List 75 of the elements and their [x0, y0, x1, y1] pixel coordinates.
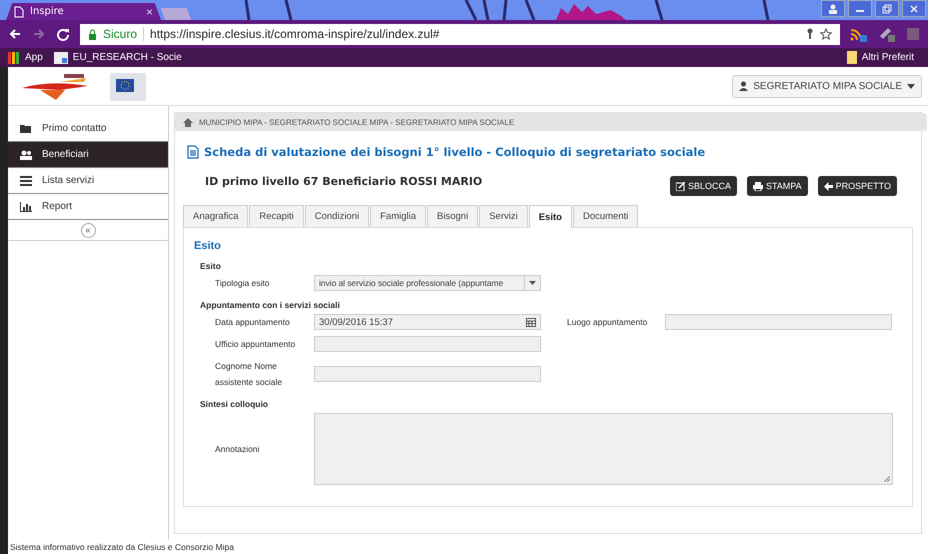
user-menu-button[interactable]: SEGRETARIATO MIPA SOCIALE — [732, 74, 922, 98]
users-icon — [20, 150, 32, 160]
date-field[interactable]: 30/09/2016 15:37 — [314, 314, 541, 330]
close-icon[interactable]: × — [146, 4, 153, 18]
sidebar-item[interactable]: Report — [8, 194, 168, 220]
extension-icon[interactable] — [878, 26, 896, 42]
group-title: Esito — [200, 261, 222, 271]
forward-icon[interactable] — [32, 27, 46, 41]
bookmark-folder[interactable]: Altri Preferit — [862, 52, 914, 63]
page-icon — [14, 6, 24, 18]
document-icon — [187, 145, 199, 159]
key-icon[interactable] — [806, 28, 814, 40]
footer-text: Sistema informativo realizzato da Clesius e Consorzio Mipa — [9, 541, 235, 554]
eu-logo-drawing — [110, 71, 146, 101]
bookmark-favicon-icon — [54, 52, 68, 64]
url-text: https://inspire.clesius.it/comroma-inspire/zul/index.zul# — [150, 27, 440, 41]
minimize-icon[interactable] — [848, 0, 872, 17]
field-label: Data appuntamento — [214, 316, 291, 329]
browser-tab[interactable]: Inspire × — [6, 3, 161, 20]
address-bar[interactable]: Sicuro https://inspire.clesius.it/comroma-inspire/zul/index.zul# — [80, 24, 840, 44]
caret-icon — [529, 281, 536, 285]
restore-icon[interactable] — [875, 0, 899, 17]
field-label: Ufficio appuntamento — [214, 338, 296, 351]
tab[interactable]: Condizioni — [304, 205, 370, 227]
apps-icon — [8, 52, 20, 64]
folder-icon — [846, 51, 857, 64]
folder-icon — [20, 124, 32, 134]
group-title: Sintesi colloquio — [200, 399, 270, 409]
tab[interactable]: Documenti — [572, 205, 638, 227]
group-title: Appuntamento con i servizi sociali — [200, 300, 341, 310]
tab[interactable]: Bisogni — [427, 205, 478, 227]
bookmark-link[interactable]: App — [25, 52, 43, 63]
input-field[interactable] — [665, 314, 892, 330]
tab[interactable]: Anagrafica — [183, 205, 248, 227]
lock-icon — [88, 28, 97, 40]
tab[interactable]: Servizi — [479, 205, 528, 227]
section-title: Esito — [194, 240, 222, 252]
user-icon — [739, 81, 748, 91]
page-title: Scheda di valutazione dei bisogni 1° livello - Colloquio di segretariato sociale — [204, 145, 706, 159]
action-button[interactable]: STAMPA — [746, 176, 808, 196]
input-field[interactable] — [314, 366, 541, 382]
list-icon — [20, 176, 32, 186]
caret-icon — [907, 84, 915, 88]
print-icon — [752, 182, 763, 190]
record-heading: ID primo livello 67 Beneficiario ROSSI MARIO — [205, 174, 482, 188]
secure-label: Sicuro — [103, 27, 138, 41]
breadcrumb-text: MUNICIPIO MIPA - SEGRETARIATO SOCIALE MIPA - SEGRETARIATO MIPA SOCIALE — [199, 118, 514, 126]
select-field[interactable]: invio al servizio sociale professionale (appuntame — [314, 275, 541, 291]
collapse-button[interactable]: « — [80, 222, 96, 238]
arrow-left-icon — [824, 182, 833, 190]
calendar-icon — [526, 317, 536, 327]
tab[interactable]: Famiglia — [370, 205, 426, 227]
back-icon[interactable] — [8, 27, 22, 41]
star-icon[interactable] — [820, 28, 832, 40]
close-icon[interactable] — [902, 0, 926, 17]
action-button[interactable]: PROSPETTO — [818, 176, 897, 196]
field-label: Tipologia esito — [214, 277, 270, 290]
sidebar-item[interactable]: Beneficiari — [8, 142, 168, 168]
resize-handle-icon[interactable] — [884, 476, 890, 482]
action-button[interactable]: SBLOCCA — [670, 176, 737, 196]
bar-chart-icon — [20, 202, 32, 212]
reload-icon[interactable] — [56, 27, 70, 41]
profile-icon[interactable] — [821, 0, 845, 17]
input-field[interactable] — [314, 336, 541, 352]
home-icon — [183, 118, 193, 126]
rss-icon[interactable] — [850, 26, 868, 42]
tab-title: Inspire — [30, 6, 65, 17]
field-label: Luogo appuntamento — [566, 316, 648, 329]
edit-icon — [676, 182, 685, 190]
field-label: Cognome Nome assistente sociale — [214, 360, 284, 389]
tab[interactable]: Recapiti — [249, 205, 304, 227]
bookmark-link[interactable]: EU_RESEARCH - Socie — [72, 52, 182, 63]
sidebar-item[interactable]: Lista servizi — [8, 168, 168, 194]
tab[interactable]: Esito — [528, 205, 572, 228]
field-label: Annotazioni — [214, 443, 260, 456]
